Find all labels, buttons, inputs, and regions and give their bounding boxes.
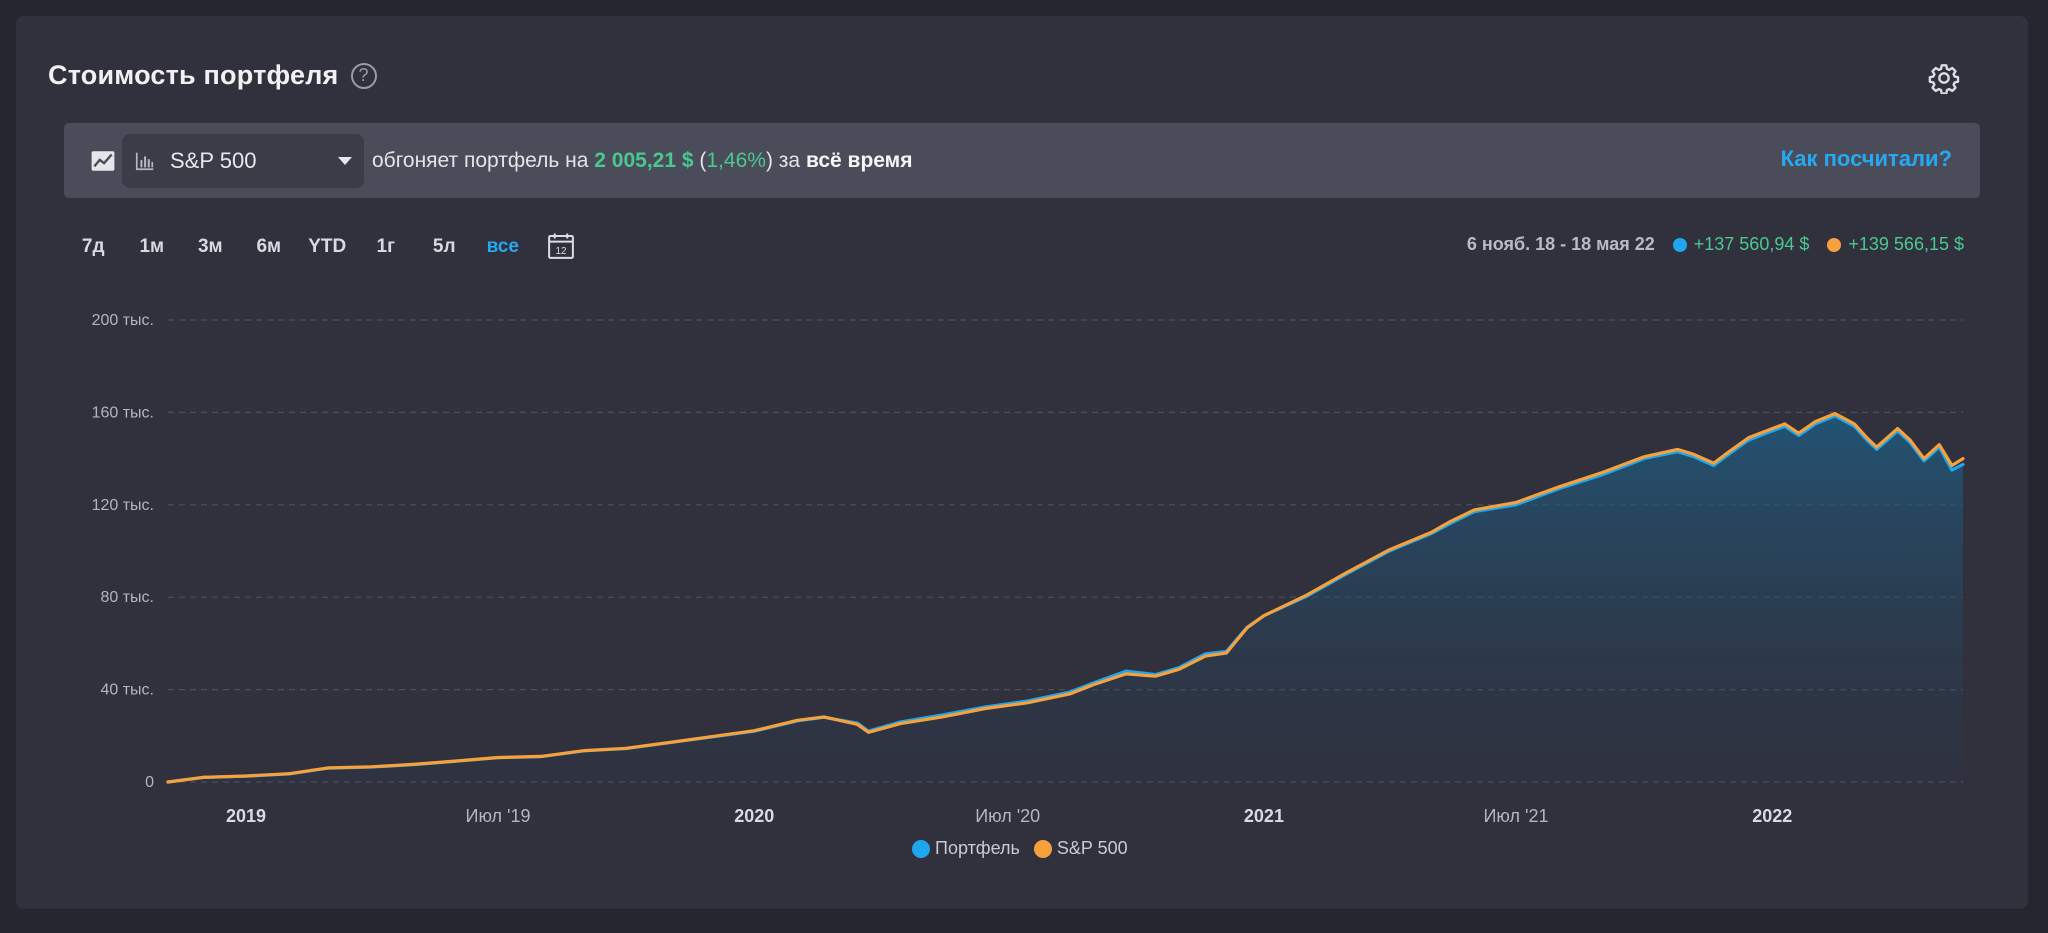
x-tick-label: Июл '19	[466, 806, 531, 826]
portfolio-chart: 0 40 тыс. 80 тыс. 120 тыс. 160 тыс. 200 тыс. 2…	[92, 312, 1965, 826]
legend-dot-portfolio	[912, 839, 930, 858]
x-tick-label: 2020	[734, 806, 774, 826]
legend-dot-sp500	[1033, 839, 1052, 858]
y-tick-label: 40 тыс.	[100, 682, 154, 699]
y-tick-label: 200 тыс.	[92, 312, 154, 329]
legend-item-portfolio[interactable]: Портфель	[912, 838, 1020, 859]
legend-label-sp500: S&P 500	[1056, 838, 1128, 858]
legend-item-sp500[interactable]: S&P 500	[1033, 838, 1128, 859]
y-tick-label: 80 тыс.	[100, 589, 154, 606]
x-tick-label: Июл '21	[1483, 806, 1548, 826]
y-tick-label: 0	[145, 774, 154, 791]
x-tick-label: 2021	[1244, 806, 1284, 826]
legend-label-portfolio: Портфель	[935, 838, 1020, 858]
x-tick-label: 2019	[226, 806, 266, 826]
y-tick-label: 160 тыс.	[92, 404, 154, 421]
portfolio-area	[168, 415, 1963, 782]
chart-legend: Портфель S&P 500	[912, 838, 1142, 859]
y-tick-label: 120 тыс.	[92, 497, 154, 514]
x-tick-label: 2022	[1752, 806, 1792, 826]
x-tick-label: Июл '20	[975, 806, 1040, 826]
